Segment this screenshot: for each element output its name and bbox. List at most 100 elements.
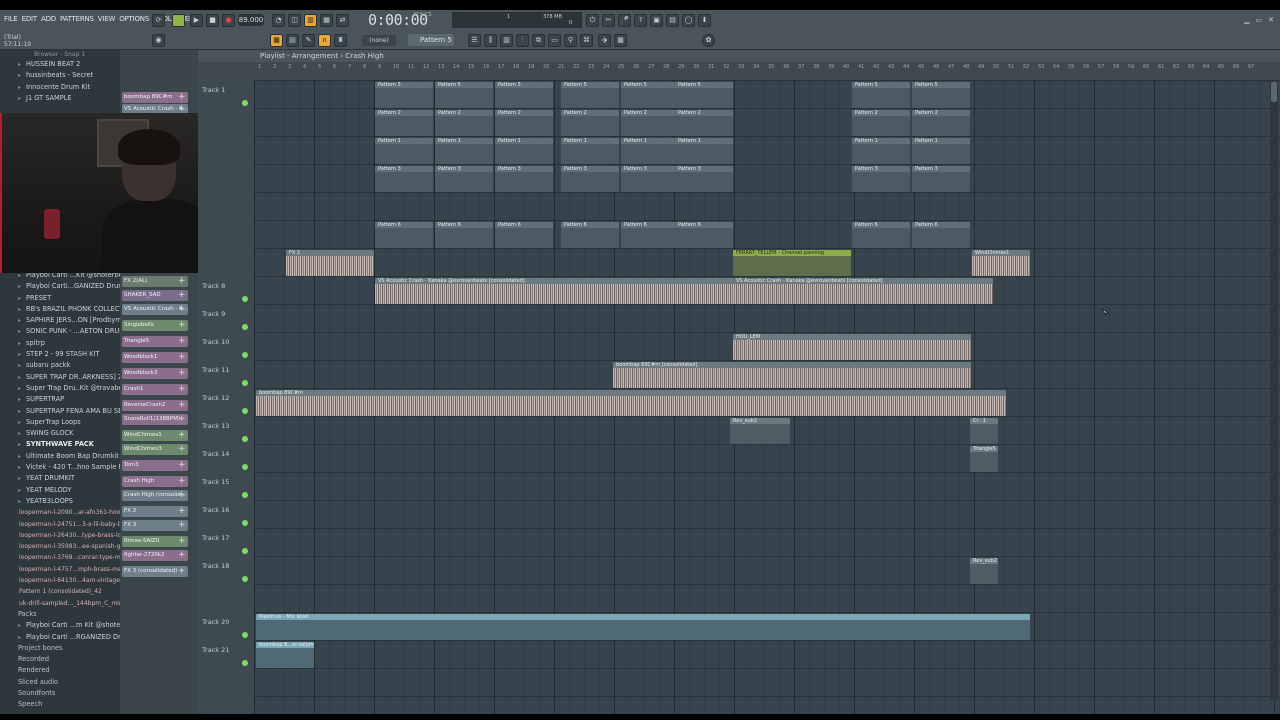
browser-item[interactable]: subaru packk xyxy=(0,360,120,371)
channel-add-icon[interactable]: + xyxy=(178,336,186,347)
channel-add-icon[interactable]: + xyxy=(178,400,186,411)
track-label[interactable]: Track 11 xyxy=(202,366,229,374)
snap-select[interactable]: (none) xyxy=(362,35,396,46)
playlist-clip[interactable]: Pattern 2 xyxy=(375,110,433,136)
track-mute-led[interactable] xyxy=(242,492,248,498)
online-icon[interactable]: ✿ xyxy=(702,34,715,47)
playlist-clip[interactable]: Pattern 5 xyxy=(621,82,679,108)
playlist-clip[interactable]: Pattern 1 xyxy=(561,138,619,164)
playlist-clip[interactable]: HOU_LEM xyxy=(733,334,971,360)
browser-item[interactable]: Speech xyxy=(0,699,120,710)
playlist-clip[interactable]: FERRAT_TELLEM - Channel panning xyxy=(733,250,851,276)
stop-button[interactable]: ■ xyxy=(206,14,219,27)
playlist-clip[interactable]: Pattern 5 xyxy=(675,82,733,108)
playlist-clip[interactable]: Pattern 3 xyxy=(561,166,619,192)
browser-item[interactable]: looperman-l-64130...4am-vintage-keys xyxy=(0,575,120,586)
playlist-clip[interactable]: Pattern 3 xyxy=(435,166,493,192)
channel-add-icon[interactable]: + xyxy=(178,476,186,487)
track-mute-led[interactable] xyxy=(242,436,248,442)
playlist-clip[interactable]: Pattern 2 xyxy=(435,110,493,136)
browser-item[interactable]: SuperTrap Loops xyxy=(0,417,120,428)
channel-add-icon[interactable]: + xyxy=(178,444,186,455)
playlist-clip[interactable]: Pattern 5 xyxy=(495,82,553,108)
help-icon[interactable]: ? xyxy=(634,14,647,27)
playlist-clip[interactable]: Pattern 1 xyxy=(852,138,910,164)
playlist-clip[interactable]: Pattern 1 xyxy=(621,138,679,164)
vertical-scrollbar[interactable] xyxy=(1270,80,1278,700)
menu-item[interactable]: VIEW xyxy=(98,15,116,23)
browser-item[interactable]: SAPHIRE JERS...ON [Prodbymet] xyxy=(0,315,120,326)
track-label[interactable]: Track 20 xyxy=(202,618,229,626)
track-mute-led[interactable] xyxy=(242,576,248,582)
playlist-clip[interactable]: boombap 89C#m [consolidated] xyxy=(613,362,971,388)
browser-item[interactable]: Playboi Carti...GANIZED Drum Kit xyxy=(0,281,120,292)
project-view-icon[interactable]: ⧉ xyxy=(532,34,545,47)
save-icon[interactable]: ▣ xyxy=(650,14,663,27)
track-mute-led[interactable] xyxy=(242,296,248,302)
channel-add-icon[interactable]: + xyxy=(178,320,186,331)
playlist-icon[interactable]: ▦ xyxy=(270,34,283,47)
menu-item[interactable]: ADD xyxy=(41,15,56,23)
browser-item[interactable]: Pattern 1 (consolidated)_42 xyxy=(0,586,120,597)
playlist-clip[interactable]: Pattern 6 xyxy=(435,222,493,248)
browser-item[interactable]: uk-drill-sampled..._144bpm_C_minor xyxy=(0,598,120,609)
chat-icon[interactable]: ◯ xyxy=(682,14,695,27)
close-icon[interactable]: ✕ xyxy=(1268,16,1274,24)
playlist-clip[interactable]: Pattern 6 xyxy=(675,222,733,248)
playlist-clip[interactable]: Pattern 1 xyxy=(675,138,733,164)
playlist-clip[interactable]: Pattern 2 xyxy=(912,110,970,136)
playlist-clip[interactable]: Pattern 6 xyxy=(495,222,553,248)
browser-item[interactable]: YEAT DRUMKIT xyxy=(0,473,120,484)
playlist-clip[interactable]: WindChimes1 xyxy=(972,250,1030,276)
browser-item[interactable]: looperman-l-24751...3-x-lil-baby-brass xyxy=(0,519,120,530)
track-mute-led[interactable] xyxy=(242,324,248,330)
playlist-clip[interactable]: Pattern 6 xyxy=(852,222,910,248)
playlist-clip[interactable]: Pattern 2 xyxy=(561,110,619,136)
browser-item[interactable]: RB's BRAZIL PHONK COLLECTION xyxy=(0,304,120,315)
browser-item[interactable]: SWING GLOCK xyxy=(0,428,120,439)
playlist-clip[interactable]: VS Acoustic Crash - Kanaka @evrovenbeats… xyxy=(733,278,993,304)
channel-add-icon[interactable]: + xyxy=(178,384,186,395)
playlist-clip[interactable]: Pattern 2 xyxy=(675,110,733,136)
track-mute-led[interactable] xyxy=(242,100,248,106)
mixer-icon[interactable]: ⏻ xyxy=(586,14,599,27)
browser-item[interactable]: Rendered xyxy=(0,665,120,676)
browser-item[interactable]: hussinbeats - Secret xyxy=(0,70,120,81)
edison-icon[interactable]: ⬗ xyxy=(598,34,611,47)
browser-item[interactable]: Project bones xyxy=(0,643,120,654)
pattern-select[interactable]: Pattern 5 xyxy=(408,34,454,46)
track-label[interactable]: Track 17 xyxy=(202,534,229,542)
playlist-clip[interactable]: VS Acoustic Crash - Kanaka @evrovenbeats… xyxy=(375,278,733,304)
track-mute-led[interactable] xyxy=(242,408,248,414)
channel-rack-icon[interactable]: ✂ xyxy=(602,14,615,27)
browser-item[interactable]: Sliced audio xyxy=(0,677,120,688)
tools-icon[interactable]: ⌘ xyxy=(580,34,593,47)
playlist-clip[interactable]: Triangle5 xyxy=(970,446,998,472)
wait-input-icon[interactable]: ◫ xyxy=(288,14,301,27)
tempo-display[interactable]: 89.000 xyxy=(238,14,264,26)
browser-item[interactable]: STEP 2 - 99 STASH KIT xyxy=(0,349,120,360)
track-label[interactable]: Track 16 xyxy=(202,506,229,514)
playlist-clip[interactable]: Pattern 2 xyxy=(621,110,679,136)
browser-item[interactable]: looperman-l-35983...ee-spanish-guitar xyxy=(0,541,120,552)
playlist-clip[interactable]: Pattern 6 xyxy=(561,222,619,248)
play-button[interactable]: ▶ xyxy=(190,14,203,27)
playlist-clip[interactable]: Pattern 1 xyxy=(375,138,433,164)
blend-notes-icon[interactable]: ▦ xyxy=(320,14,333,27)
plugin-view-icon[interactable]: ▭ xyxy=(548,34,561,47)
playlist-clip[interactable]: Pattern 3 xyxy=(375,166,433,192)
channel-add-icon[interactable]: + xyxy=(178,566,186,577)
playlist-clip[interactable]: Pattern 6 xyxy=(621,222,679,248)
channel-add-icon[interactable]: + xyxy=(178,536,186,547)
playlist-clip[interactable]: Pattern 5 xyxy=(375,82,433,108)
playlist-clip[interactable]: Pattern 6 xyxy=(375,222,433,248)
download-icon[interactable]: ⬇ xyxy=(698,14,711,27)
browser-item[interactable]: SONIC PUNK - ...AETON DRUM KIT xyxy=(0,326,120,337)
browser-item[interactable]: Victek - 420 T...hno Sample Pack xyxy=(0,462,120,473)
piano-roll-icon[interactable]: ▤ xyxy=(286,34,299,47)
channel-add-icon[interactable]: + xyxy=(178,460,186,471)
browser-item[interactable]: looperman-l-26430...type-brass-loop xyxy=(0,530,120,541)
playlist-clip[interactable]: Pattern 3 xyxy=(495,166,553,192)
track-label[interactable]: Track 13 xyxy=(202,422,229,430)
browser-item[interactable]: SUPER TRAP DR..ARKNESS] 2023 xyxy=(0,372,120,383)
